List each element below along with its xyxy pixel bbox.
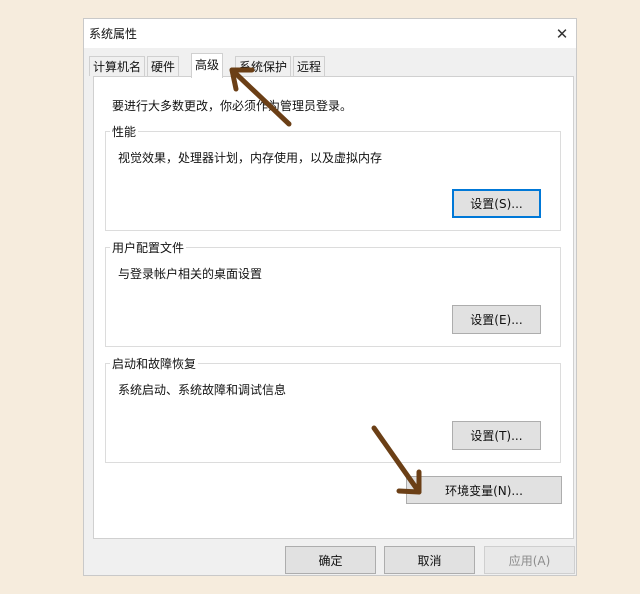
performance-description: 视觉效果，处理器计划，内存使用，以及虚拟内存 [118,151,383,165]
admin-note: 要进行大多数更改，你必须作为管理员登录。 [112,99,353,113]
cancel-button[interactable]: 取消 [384,546,475,574]
user-profiles-legend: 用户配置文件 [110,239,187,256]
system-properties-window: 系统属性 ✕ 计算机名 硬件 高级 系统保护 远程 要进行大多数更改，你必须作为… [83,18,577,576]
performance-legend: 性能 [110,123,139,140]
performance-group: 性能 视觉效果，处理器计划，内存使用，以及虚拟内存 设置(S)... [105,123,561,231]
user-profiles-settings-button[interactable]: 设置(E)... [452,305,541,334]
performance-settings-button[interactable]: 设置(S)... [452,189,541,218]
user-profiles-group: 用户配置文件 与登录帐户相关的桌面设置 设置(E)... [105,239,561,347]
startup-recovery-group: 启动和故障恢复 系统启动、系统故障和调试信息 设置(T)... [105,355,561,463]
ok-button[interactable]: 确定 [285,546,376,574]
environment-variables-button[interactable]: 环境变量(N)... [406,476,562,504]
tab-advanced[interactable]: 高级 [191,53,224,78]
close-icon[interactable]: ✕ [548,19,576,48]
advanced-tab-panel: 要进行大多数更改，你必须作为管理员登录。 性能 视觉效果，处理器计划，内存使用，… [93,76,574,539]
title-bar: 系统属性 ✕ [84,19,576,48]
startup-recovery-legend: 启动和故障恢复 [110,355,199,372]
window-title: 系统属性 [89,27,138,41]
tab-system-protection[interactable]: 系统保护 [235,56,292,76]
tab-computer-name[interactable]: 计算机名 [89,56,146,76]
startup-recovery-settings-button[interactable]: 设置(T)... [452,421,541,450]
user-profiles-description: 与登录帐户相关的桌面设置 [118,267,263,281]
tab-hardware[interactable]: 硬件 [147,56,180,76]
tab-remote[interactable]: 远程 [293,56,326,76]
startup-recovery-description: 系统启动、系统故障和调试信息 [118,383,287,397]
apply-button: 应用(A) [484,546,575,574]
